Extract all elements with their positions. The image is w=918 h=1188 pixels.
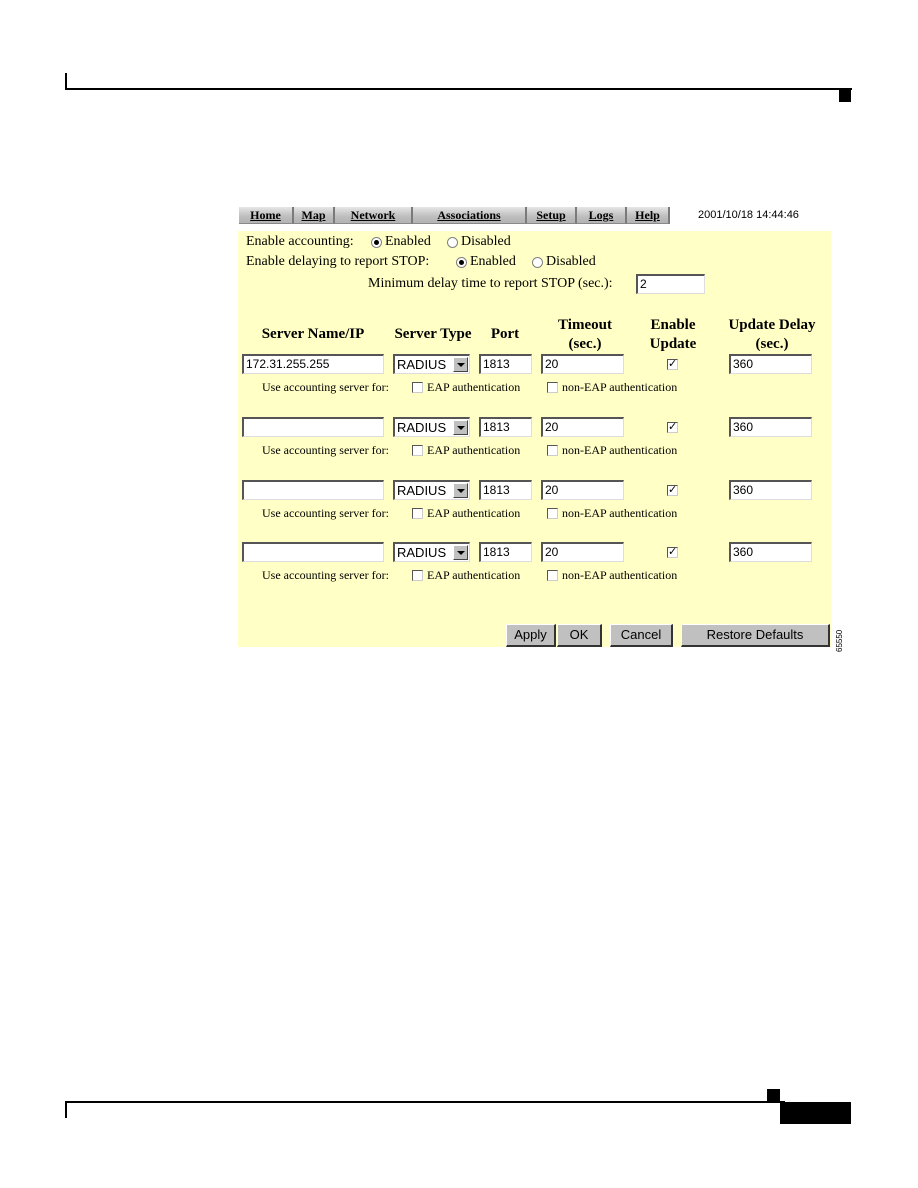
non-eap-label: non-EAP authentication bbox=[562, 506, 678, 520]
eap-label: EAP authentication bbox=[427, 380, 521, 394]
timeout-input[interactable]: 20 bbox=[541, 542, 624, 562]
min-delay-label: Minimum delay time to report STOP (sec.)… bbox=[368, 276, 613, 291]
server-type-select[interactable]: RADIUS bbox=[393, 354, 470, 374]
server-name-input[interactable] bbox=[242, 542, 384, 562]
enable-accounting-label: Enable accounting: bbox=[246, 234, 354, 249]
chevron-down-icon[interactable] bbox=[453, 357, 468, 372]
use-server-label: Use accounting server for: bbox=[262, 568, 389, 582]
server-type-select[interactable]: RADIUS bbox=[393, 417, 470, 437]
server-type-value: RADIUS bbox=[397, 357, 447, 372]
page-number-block bbox=[780, 1102, 851, 1124]
header-rule bbox=[65, 88, 852, 90]
col-update-delay: Update Delay (sec.) bbox=[720, 316, 824, 354]
timeout-input[interactable]: 20 bbox=[541, 480, 624, 500]
update-delay-input[interactable]: 360 bbox=[729, 417, 812, 437]
accounting-disabled-label: Disabled bbox=[461, 234, 511, 249]
eap-checkbox[interactable] bbox=[412, 508, 423, 519]
enable-update-checkbox[interactable] bbox=[667, 483, 678, 496]
update-delay-input[interactable]: 360 bbox=[729, 542, 812, 562]
accounting-panel bbox=[238, 231, 831, 647]
col-timeout: Timeout (sec.) bbox=[545, 316, 625, 354]
eap-label: EAP authentication bbox=[427, 443, 521, 457]
delaying-enabled-radio[interactable] bbox=[456, 257, 467, 268]
server-type-value: RADIUS bbox=[397, 545, 447, 560]
enable-delaying-label: Enable delaying to report STOP: bbox=[246, 254, 430, 269]
eap-label: EAP authentication bbox=[427, 568, 521, 582]
non-eap-checkbox[interactable] bbox=[547, 570, 558, 581]
col-enable-update: Enable Update bbox=[638, 316, 708, 354]
eap-checkbox[interactable] bbox=[412, 445, 423, 456]
server-type-select[interactable]: RADIUS bbox=[393, 542, 470, 562]
enable-update-checkbox[interactable] bbox=[667, 357, 678, 370]
footer-rule bbox=[65, 1101, 785, 1103]
server-type-value: RADIUS bbox=[397, 483, 447, 498]
footer-marker bbox=[767, 1089, 780, 1102]
delaying-disabled-label: Disabled bbox=[546, 254, 596, 269]
ok-button[interactable]: OK bbox=[557, 624, 602, 647]
col-enable-line2: Update bbox=[649, 336, 697, 352]
port-input[interactable]: 1813 bbox=[479, 354, 532, 374]
server-name-input[interactable] bbox=[242, 417, 384, 437]
accounting-enabled-label: Enabled bbox=[385, 234, 431, 249]
tab-map[interactable]: Map bbox=[294, 207, 335, 224]
tab-help[interactable]: Help bbox=[627, 207, 670, 224]
eap-label: EAP authentication bbox=[427, 506, 521, 520]
tab-setup[interactable]: Setup bbox=[527, 207, 577, 224]
cancel-button[interactable]: Cancel bbox=[610, 624, 673, 647]
figure-number: 65550 bbox=[835, 629, 844, 652]
delaying-disabled-radio[interactable] bbox=[532, 257, 543, 268]
enable-update-checkbox[interactable] bbox=[667, 420, 678, 433]
non-eap-label: non-EAP authentication bbox=[562, 568, 678, 582]
min-delay-input[interactable]: 2 bbox=[636, 274, 705, 294]
non-eap-label: non-EAP authentication bbox=[562, 443, 678, 457]
timeout-input[interactable]: 20 bbox=[541, 354, 624, 374]
port-input[interactable]: 1813 bbox=[479, 417, 532, 437]
non-eap-label: non-EAP authentication bbox=[562, 380, 678, 394]
non-eap-checkbox[interactable] bbox=[547, 508, 558, 519]
header-marker bbox=[839, 89, 851, 102]
use-server-label: Use accounting server for: bbox=[262, 380, 389, 394]
eap-checkbox[interactable] bbox=[412, 382, 423, 393]
col-enable-line1: Enable bbox=[650, 317, 696, 333]
port-input[interactable]: 1813 bbox=[479, 480, 532, 500]
enable-update-checkbox[interactable] bbox=[667, 545, 678, 558]
col-server-name: Server Name/IP bbox=[261, 326, 365, 342]
chevron-down-icon[interactable] bbox=[453, 483, 468, 498]
port-input[interactable]: 1813 bbox=[479, 542, 532, 562]
restore-defaults-button[interactable]: Restore Defaults bbox=[681, 624, 830, 647]
col-delay-line2: (sec.) bbox=[755, 336, 789, 352]
col-delay-line1: Update Delay bbox=[728, 317, 816, 333]
col-timeout-line2: (sec.) bbox=[568, 336, 602, 352]
chevron-down-icon[interactable] bbox=[453, 545, 468, 560]
server-type-value: RADIUS bbox=[397, 420, 447, 435]
timestamp: 2001/10/18 14:44:46 bbox=[698, 209, 799, 221]
non-eap-checkbox[interactable] bbox=[547, 445, 558, 456]
col-timeout-line1: Timeout bbox=[558, 317, 612, 333]
footer-rule-vertical bbox=[65, 1101, 67, 1118]
use-server-label: Use accounting server for: bbox=[262, 443, 389, 457]
chevron-down-icon[interactable] bbox=[453, 420, 468, 435]
update-delay-input[interactable]: 360 bbox=[729, 354, 812, 374]
non-eap-checkbox[interactable] bbox=[547, 382, 558, 393]
server-name-input[interactable] bbox=[242, 480, 384, 500]
tab-associations[interactable]: Associations bbox=[413, 207, 527, 224]
accounting-disabled-radio[interactable] bbox=[447, 237, 458, 248]
col-server-type: Server Type bbox=[394, 326, 472, 342]
server-type-select[interactable]: RADIUS bbox=[393, 480, 470, 500]
tab-network[interactable]: Network bbox=[335, 207, 413, 224]
col-port: Port bbox=[490, 326, 520, 342]
tab-logs[interactable]: Logs bbox=[577, 207, 627, 224]
use-server-label: Use accounting server for: bbox=[262, 506, 389, 520]
accounting-enabled-radio[interactable] bbox=[371, 237, 382, 248]
apply-button[interactable]: Apply bbox=[506, 624, 556, 647]
update-delay-input[interactable]: 360 bbox=[729, 480, 812, 500]
tab-home[interactable]: Home bbox=[239, 207, 294, 224]
delaying-enabled-label: Enabled bbox=[470, 254, 516, 269]
timeout-input[interactable]: 20 bbox=[541, 417, 624, 437]
server-name-input[interactable]: 172.31.255.255 bbox=[242, 354, 384, 374]
eap-checkbox[interactable] bbox=[412, 570, 423, 581]
